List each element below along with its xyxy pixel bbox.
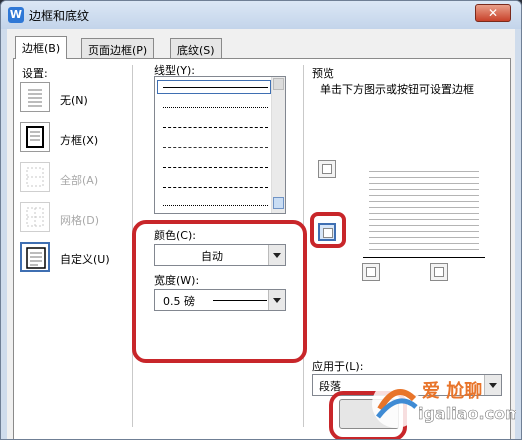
svg-text:爱 尬聊: 爱 尬聊	[422, 380, 482, 402]
preset-none-icon[interactable]	[20, 82, 50, 112]
preview-label: 预览	[312, 67, 334, 80]
close-button[interactable]: ✕	[475, 4, 511, 22]
preset-box-label[interactable]: 方框(X)	[60, 132, 98, 148]
line-style-dash-dot[interactable]	[163, 167, 268, 168]
app-icon: W	[8, 7, 24, 23]
preview-sample	[363, 171, 485, 261]
svg-text:igaliao.com: igaliao.com	[418, 404, 516, 423]
tab-shading[interactable]: 底纹(S)	[170, 38, 222, 58]
top-border-icon	[322, 164, 332, 174]
preset-all-label: 全部(A)	[60, 174, 99, 187]
preview-hint: 单击下方图示或按钮可设置边框	[320, 83, 474, 96]
preset-custom-icon[interactable]	[20, 242, 50, 272]
line-style-scrollbar[interactable]	[271, 77, 285, 213]
line-style-solid[interactable]	[163, 87, 268, 88]
preset-all-icon	[20, 162, 50, 192]
highlight-color-width	[132, 220, 307, 363]
apply-to-label: 应用于(L):	[312, 360, 364, 373]
line-style-list[interactable]	[154, 76, 286, 214]
dialog-title: 边框和底纹	[29, 9, 90, 23]
scroll-up-icon[interactable]	[273, 78, 284, 90]
preset-grid-icon	[20, 202, 50, 232]
left-border-icon	[366, 267, 376, 277]
tab-page-borders[interactable]: 页面边框(P)	[81, 38, 155, 58]
tab-borders[interactable]: 边框(B)	[15, 36, 68, 59]
left-border-button[interactable]	[362, 263, 380, 281]
line-style-long-dash[interactable]	[163, 147, 268, 148]
right-border-icon	[434, 267, 444, 277]
preset-none-label[interactable]: 无(N)	[60, 92, 88, 108]
line-style-dash-dot-dot[interactable]	[163, 187, 268, 188]
highlight-middle-border	[310, 212, 346, 248]
borders-shading-dialog: W 边框和底纹 ✕ 边框(B) 页面边框(P) 底纹(S) 设置: 无(N) 方…	[0, 0, 522, 440]
watermark-logo: 爱 尬聊 igaliao.com	[366, 369, 521, 439]
preset-grid-label: 网格(D)	[60, 214, 100, 227]
preset-custom-label[interactable]: 自定义(U)	[60, 251, 110, 267]
scroll-down-icon[interactable]	[273, 197, 284, 209]
line-settings-panel: 线型(Y): 颜色(C): 自动 宽度(W): 0.5 磅	[130, 59, 307, 439]
right-border-button[interactable]	[430, 263, 448, 281]
line-style-fine[interactable]	[163, 205, 268, 206]
line-style-dotted[interactable]	[163, 107, 268, 108]
preset-box-icon[interactable]	[20, 122, 50, 152]
top-border-button[interactable]	[318, 160, 336, 178]
setting-label: 设置:	[22, 67, 48, 80]
line-style-dashed[interactable]	[163, 127, 268, 128]
title-bar: W 边框和底纹 ✕	[1, 1, 521, 29]
